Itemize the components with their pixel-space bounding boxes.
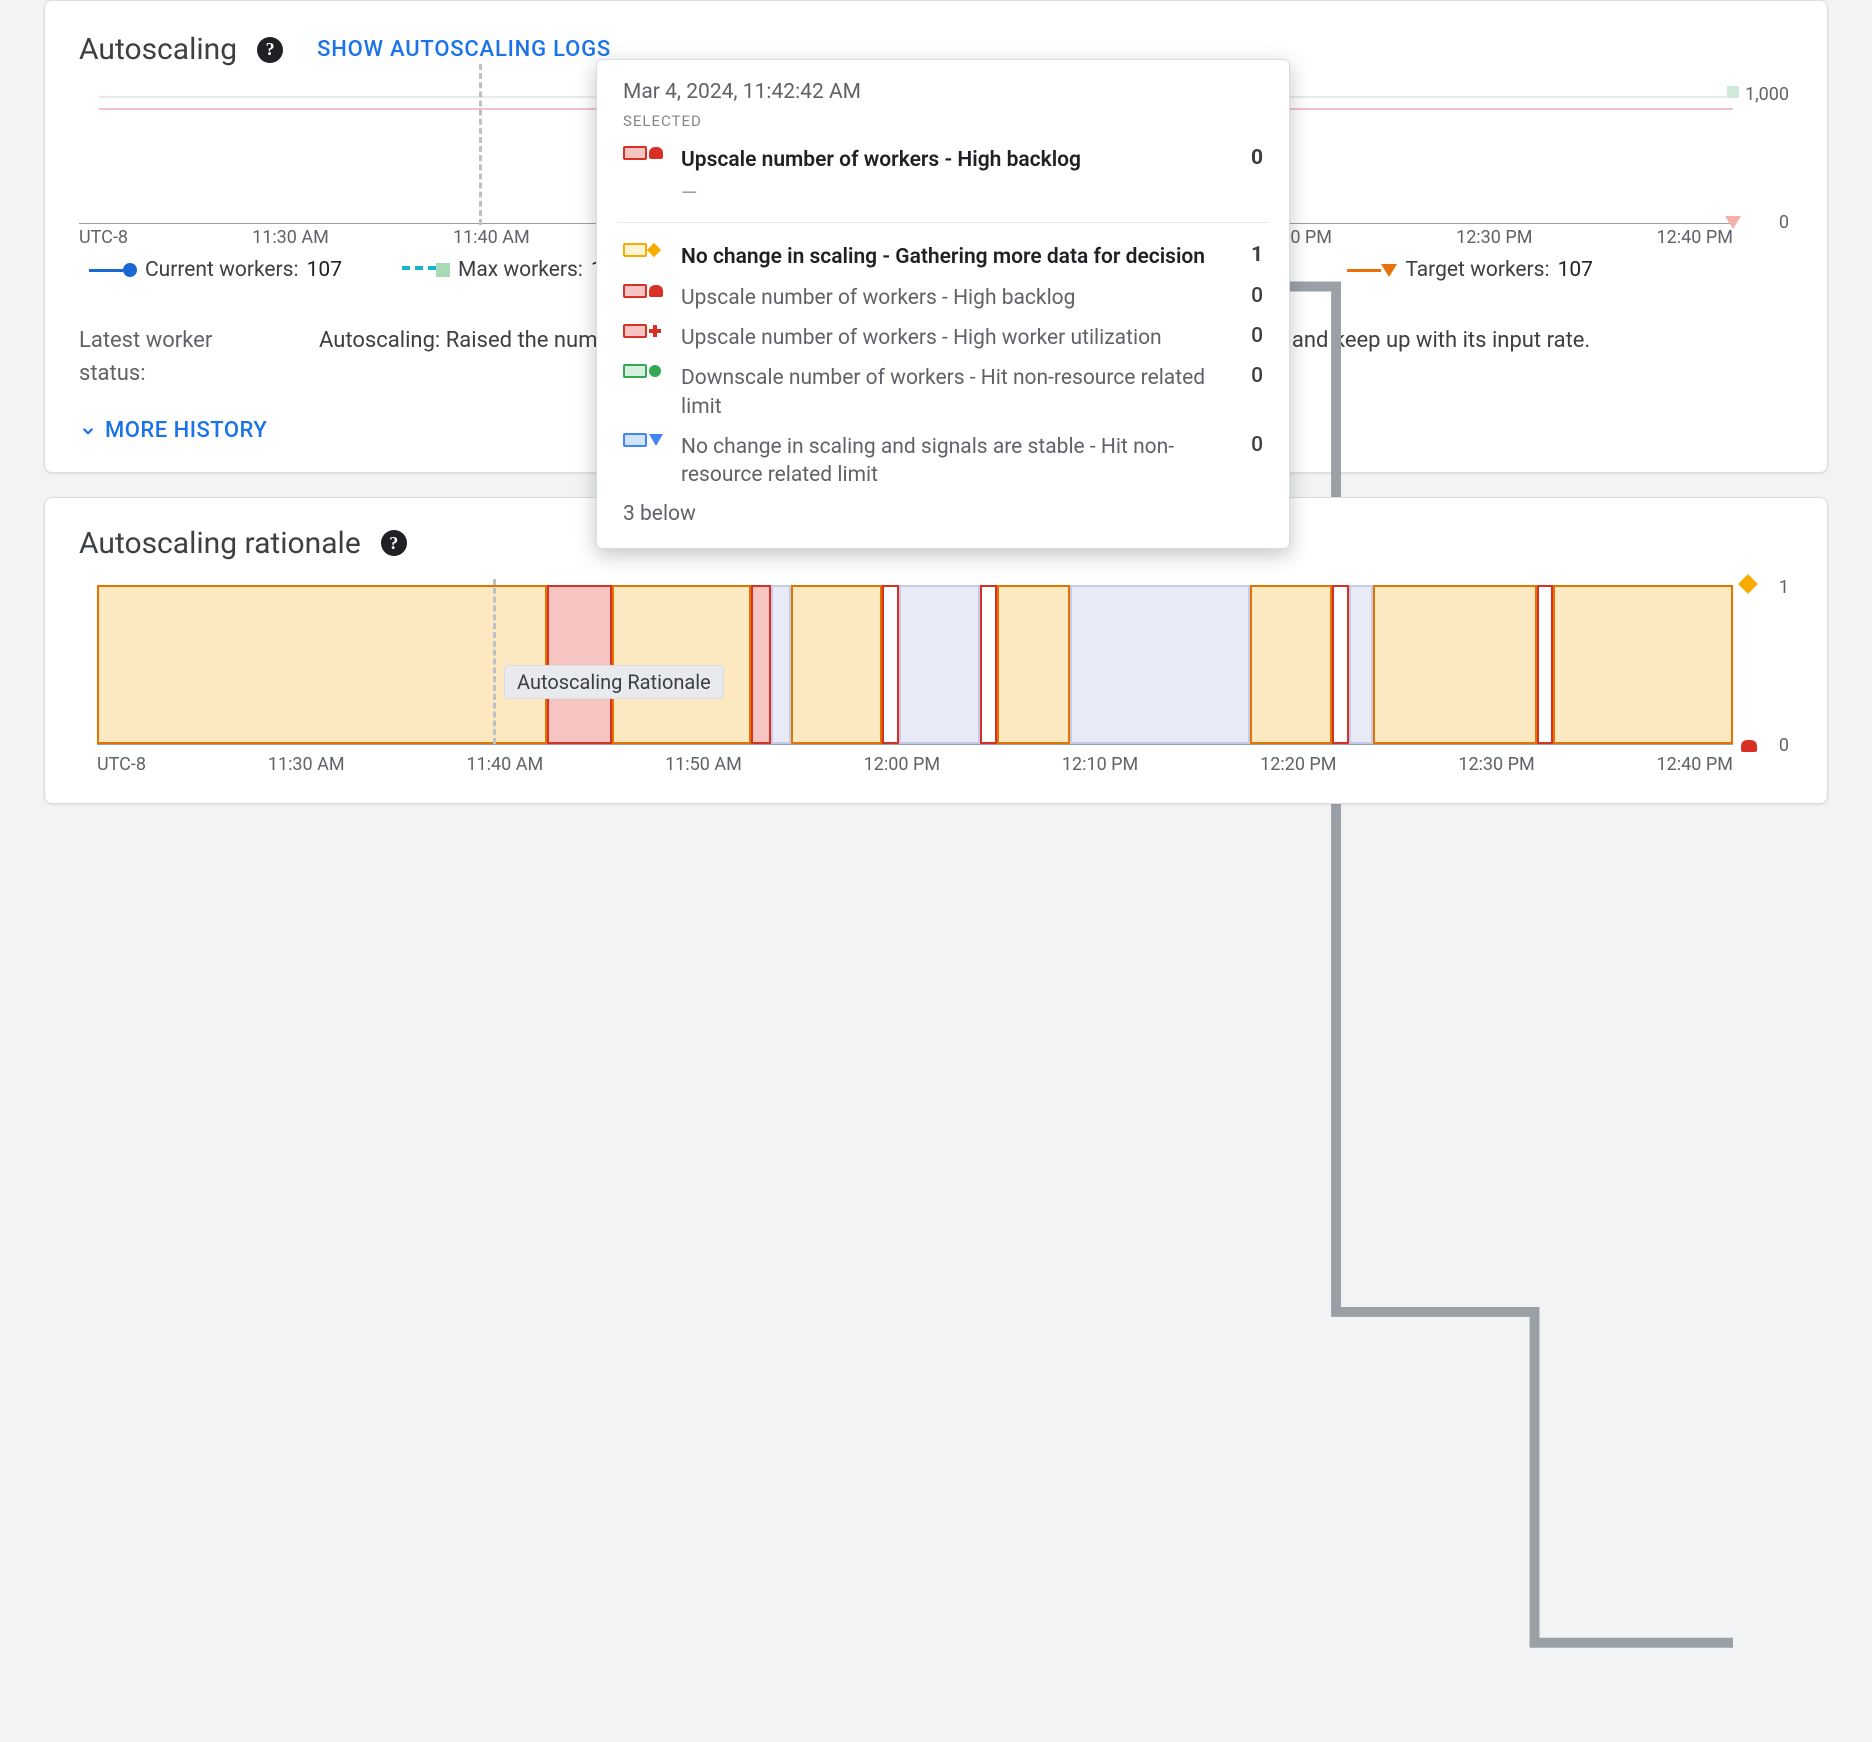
x-tick: 11:40 AM <box>453 227 530 248</box>
segment-stable <box>899 585 981 744</box>
segment-stable <box>771 585 791 744</box>
x-tick: 12:40 PM <box>1657 754 1733 775</box>
autoscaling-card: Autoscaling ? SHOW AUTOSCALING LOGS 1,00… <box>44 0 1828 473</box>
diamond-icon <box>1738 574 1758 594</box>
diamond-icon <box>647 243 661 257</box>
x-tick: 12:20 PM <box>1260 754 1336 775</box>
x-tick: UTC-8 <box>97 754 146 775</box>
x-tick: 12:30 PM <box>1456 227 1532 248</box>
divider <box>617 222 1269 223</box>
autoscaling-title: Autoscaling <box>79 32 237 67</box>
segment-nochange <box>1373 585 1537 744</box>
x-tick: 12:10 PM <box>1062 754 1138 775</box>
segment-upscale-border <box>1332 585 1348 744</box>
x-tick: 11:50 AM <box>665 754 742 775</box>
circle-icon <box>649 365 661 377</box>
segment-nochange <box>1250 585 1332 744</box>
rationale-title: Autoscaling rationale <box>79 526 361 561</box>
chart-tooltip: Mar 4, 2024, 11:42:42 AM SELECTED Upscal… <box>596 59 1290 549</box>
y-tick-bottom: 0 <box>1779 735 1789 756</box>
x-axis: UTC-8 11:30 AM 11:40 AM 11:50 AM 12:00 P… <box>97 754 1733 775</box>
bar-icon <box>623 324 647 338</box>
tooltip-row-upscale-backlog[interactable]: Upscale number of workers - High backlog… <box>623 278 1263 318</box>
max-marker-icon <box>1727 86 1739 98</box>
tooltip-row-nochange-stable[interactable]: No change in scaling and signals are sta… <box>623 427 1263 496</box>
segment-nochange <box>791 585 883 744</box>
segment-nochange <box>1553 585 1733 744</box>
bell-icon <box>649 285 663 297</box>
y-tick-top: 1 <box>1779 577 1789 598</box>
segment-stable <box>1349 585 1374 744</box>
x-tick: 11:40 AM <box>466 754 543 775</box>
bell-icon <box>1741 740 1757 752</box>
x-tick: 12:30 PM <box>1458 754 1534 775</box>
tooltip-more-below: 3 below <box>623 496 1263 526</box>
segment-upscale-border <box>1537 585 1553 744</box>
triangle-down-icon <box>649 434 663 446</box>
segment-nochange <box>97 585 547 744</box>
x-tick: 11:30 AM <box>268 754 345 775</box>
segment-stable <box>1070 585 1250 744</box>
x-tick: 12:40 PM <box>1657 227 1733 248</box>
rationale-chip: Autoscaling Rationale <box>504 665 724 699</box>
tooltip-row-downscale[interactable]: Downscale number of workers - Hit non-re… <box>623 358 1263 427</box>
bar-icon <box>623 433 647 447</box>
y-tick-top: 1,000 <box>1745 84 1789 105</box>
x-tick: 11:30 AM <box>252 227 329 248</box>
help-icon[interactable]: ? <box>257 37 283 63</box>
segment-upscale <box>751 585 771 744</box>
tooltip-row-selected-upscale[interactable]: Upscale number of workers - High backlog… <box>623 140 1263 180</box>
hover-indicator <box>493 579 496 744</box>
segment-upscale-border <box>980 585 996 744</box>
bar-icon <box>623 146 647 160</box>
tooltip-dash: — <box>623 180 1263 208</box>
rationale-plot: ? 1 0 <box>97 585 1733 745</box>
plus-icon <box>649 325 661 337</box>
x-tick: UTC-8 <box>79 227 128 248</box>
y-tick-bottom: 0 <box>1779 212 1789 233</box>
tooltip-row-upscale-util[interactable]: Upscale number of workers - High worker … <box>623 318 1263 358</box>
tooltip-timestamp: Mar 4, 2024, 11:42:42 AM <box>623 80 1263 104</box>
show-autoscaling-logs-button[interactable]: SHOW AUTOSCALING LOGS <box>303 29 625 70</box>
tooltip-row-selected-nochange[interactable]: No change in scaling - Gathering more da… <box>623 237 1263 277</box>
help-icon[interactable]: ? <box>381 530 407 556</box>
x-tick: 12:00 PM <box>864 754 940 775</box>
rationale-chart[interactable]: ? 1 0 Autoscaling Rationale <box>79 585 1793 775</box>
bar-icon <box>623 284 647 298</box>
tooltip-selected-label: SELECTED <box>623 112 1263 130</box>
segment-upscale-border <box>882 585 898 744</box>
segment-nochange <box>997 585 1071 744</box>
bar-icon <box>623 364 647 378</box>
bell-icon <box>649 147 663 159</box>
bar-icon <box>623 243 647 257</box>
